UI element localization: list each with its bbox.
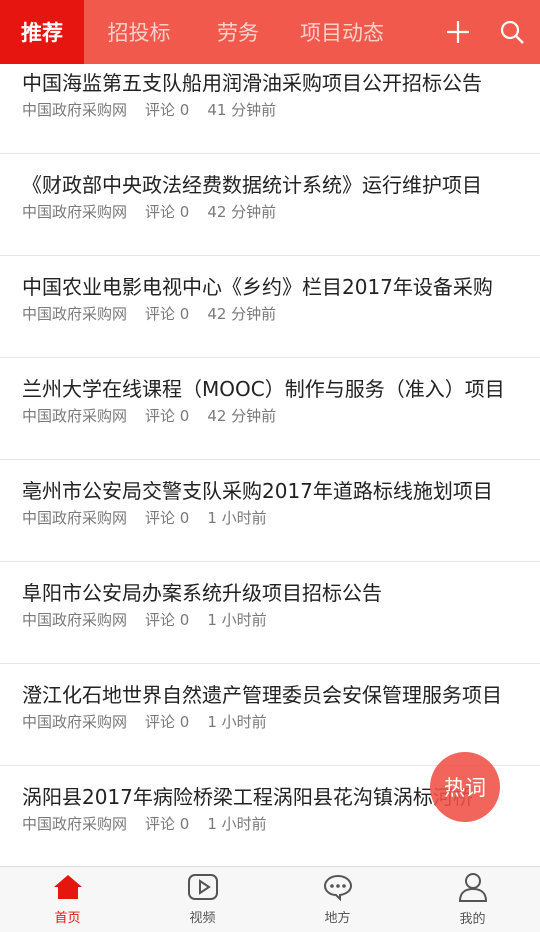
article-comments: 评论 0 [145, 305, 190, 323]
article-title: 澄江化石地世界自然遗产管理委员会安保管理服务项目 [22, 683, 502, 707]
article-comments: 评论 0 [145, 713, 190, 731]
list-item[interactable]: 《财政部中央政法经费数据统计系统》运行维护项目 中国政府采购网 评论 0 42 … [0, 155, 540, 256]
article-time: 41 分钟前 [207, 101, 277, 119]
article-meta: 中国政府采购网 评论 0 42 分钟前 [22, 303, 276, 324]
nav-home[interactable]: 首页 [0, 867, 135, 932]
article-title: 《财政部中央政法经费数据统计系统》运行维护项目 [22, 173, 482, 197]
article-title: 亳州市公安局交警支队采购2017年道路标线施划项目 [22, 479, 493, 503]
article-meta: 中国政府采购网 评论 0 41 分钟前 [22, 99, 276, 120]
article-source: 中国政府采购网 [22, 305, 128, 323]
article-source: 中国政府采购网 [22, 203, 128, 221]
article-comments: 评论 0 [145, 611, 190, 629]
article-comments: 评论 0 [145, 203, 190, 221]
nav-video[interactable]: 视频 [135, 867, 270, 932]
list-item[interactable]: 亳州市公安局交警支队采购2017年道路标线施划项目 中国政府采购网 评论 0 1… [0, 461, 540, 562]
article-source: 中国政府采购网 [22, 611, 128, 629]
plus-icon[interactable] [436, 0, 480, 64]
list-item[interactable]: 阜阳市公安局办案系统升级项目招标公告 中国政府采购网 评论 0 1 小时前 [0, 563, 540, 664]
article-title: 中国海监第五支队船用润滑油采购项目公开招标公告 [22, 71, 482, 95]
tab-project-news[interactable]: 项目动态 [292, 0, 392, 64]
nav-local-label: 地方 [324, 911, 351, 926]
article-comments: 评论 0 [145, 407, 190, 425]
search-icon[interactable] [490, 0, 534, 64]
article-list: 中国海监第五支队船用润滑油采购项目公开招标公告 中国政府采购网 评论 0 41 … [0, 64, 540, 866]
nav-profile[interactable]: 我的 [405, 867, 540, 932]
chat-icon [322, 873, 354, 905]
article-source: 中国政府采购网 [22, 713, 128, 731]
bottom-navigation-bar: 首页 视频 地方 我的 [0, 866, 540, 932]
article-meta: 中国政府采购网 评论 0 1 小时前 [22, 813, 267, 834]
article-comments: 评论 0 [145, 509, 190, 527]
tab-bidding[interactable]: 招投标 [84, 0, 194, 64]
nav-video-label: 视频 [189, 911, 216, 926]
article-time: 42 分钟前 [207, 407, 277, 425]
tab-labor[interactable]: 劳务 [198, 0, 278, 64]
list-item[interactable]: 兰州大学在线课程（MOOC）制作与服务（准入）项目 中国政府采购网 评论 0 4… [0, 359, 540, 460]
article-time: 42 分钟前 [207, 305, 277, 323]
profile-icon [457, 872, 489, 906]
article-meta: 中国政府采购网 评论 0 42 分钟前 [22, 201, 276, 222]
tab-recommend[interactable]: 推荐 [0, 0, 84, 64]
list-item[interactable]: 中国海监第五支队船用润滑油采购项目公开招标公告 中国政府采购网 评论 0 41 … [0, 64, 540, 154]
article-title: 兰州大学在线课程（MOOC）制作与服务（准入）项目 [22, 377, 505, 401]
hot-words-button[interactable]: 热词 [430, 752, 500, 822]
article-meta: 中国政府采购网 评论 0 42 分钟前 [22, 405, 276, 426]
article-title: 阜阳市公安局办案系统升级项目招标公告 [22, 581, 382, 605]
article-meta: 中国政府采购网 评论 0 1 小时前 [22, 711, 267, 732]
nav-profile-label: 我的 [459, 912, 486, 927]
home-icon [52, 873, 84, 905]
article-comments: 评论 0 [145, 815, 190, 833]
top-navigation-bar: 推荐 招投标 劳务 项目动态 [0, 0, 540, 64]
article-time: 1 小时前 [207, 815, 267, 833]
nav-home-label: 首页 [54, 911, 81, 926]
article-comments: 评论 0 [145, 101, 190, 119]
article-source: 中国政府采购网 [22, 407, 128, 425]
article-meta: 中国政府采购网 评论 0 1 小时前 [22, 507, 267, 528]
video-icon [187, 873, 219, 905]
nav-local[interactable]: 地方 [270, 867, 405, 932]
article-time: 1 小时前 [207, 509, 267, 527]
article-source: 中国政府采购网 [22, 509, 128, 527]
article-time: 1 小时前 [207, 611, 267, 629]
article-source: 中国政府采购网 [22, 101, 128, 119]
article-source: 中国政府采购网 [22, 815, 128, 833]
list-item[interactable]: 澄江化石地世界自然遗产管理委员会安保管理服务项目 中国政府采购网 评论 0 1 … [0, 665, 540, 766]
article-time: 1 小时前 [207, 713, 267, 731]
list-item[interactable]: 中国农业电影电视中心《乡约》栏目2017年设备采购 中国政府采购网 评论 0 4… [0, 257, 540, 358]
article-time: 42 分钟前 [207, 203, 277, 221]
article-title: 中国农业电影电视中心《乡约》栏目2017年设备采购 [22, 275, 493, 299]
article-meta: 中国政府采购网 评论 0 1 小时前 [22, 609, 267, 630]
